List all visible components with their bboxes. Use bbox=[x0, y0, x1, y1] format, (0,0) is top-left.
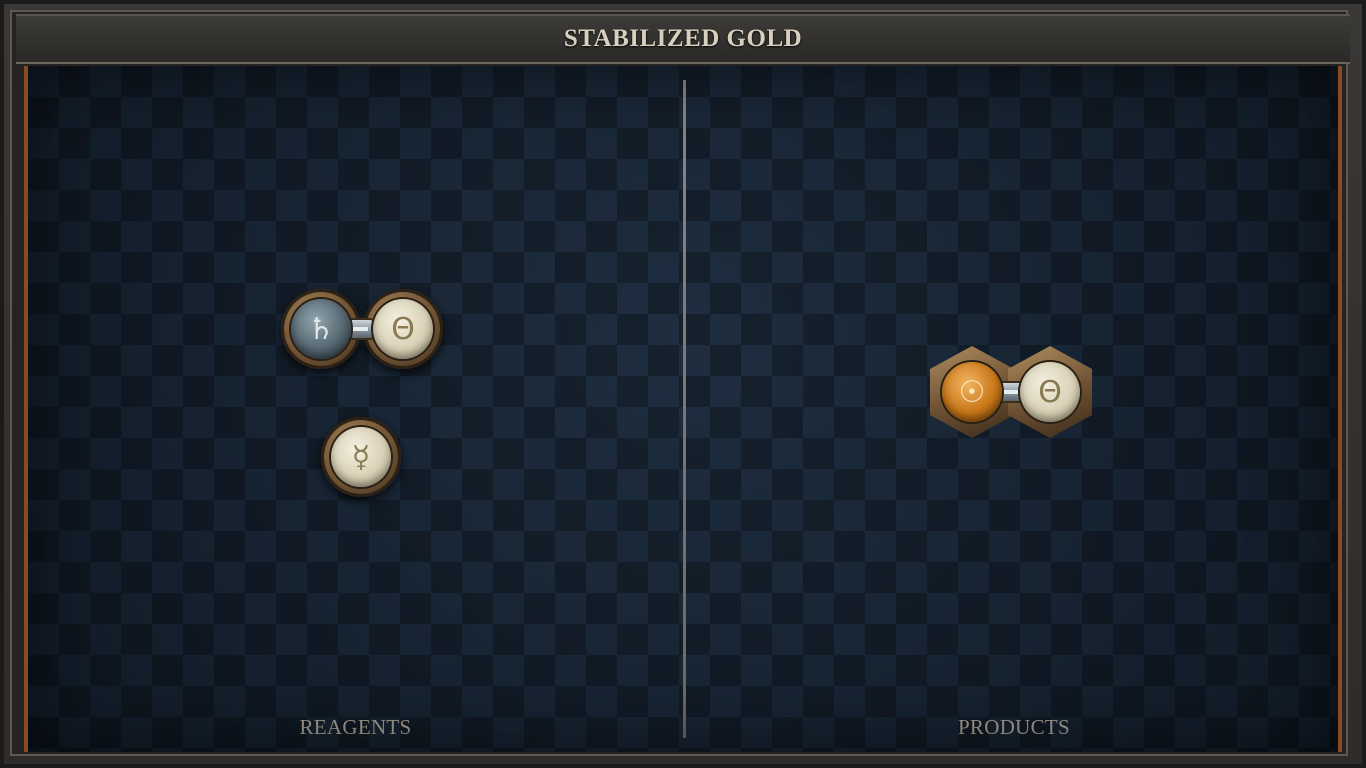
quicksilver-atom-icon[interactable]: ☿ bbox=[331, 427, 391, 487]
reagents-panel: ♄ Θ ☿ REAGENTS bbox=[28, 66, 683, 752]
lead-atom-icon[interactable]: ♄ bbox=[291, 299, 351, 359]
salt-atom-icon[interactable]: Θ bbox=[1020, 362, 1080, 422]
title-bar: STABILIZED GOLD bbox=[16, 14, 1350, 64]
reaction-board: ♄ Θ ☿ REAGENTS ☉ Θ PRODUCTS bbox=[24, 66, 1342, 752]
products-panel: ☉ Θ PRODUCTS bbox=[686, 66, 1338, 752]
salt-atom-icon[interactable]: Θ bbox=[373, 299, 433, 359]
reagents-label: REAGENTS bbox=[299, 715, 412, 739]
products-label: PRODUCTS bbox=[957, 715, 1071, 739]
page-title: STABILIZED GOLD bbox=[563, 25, 803, 52]
gold-atom-icon[interactable]: ☉ bbox=[942, 362, 1002, 422]
